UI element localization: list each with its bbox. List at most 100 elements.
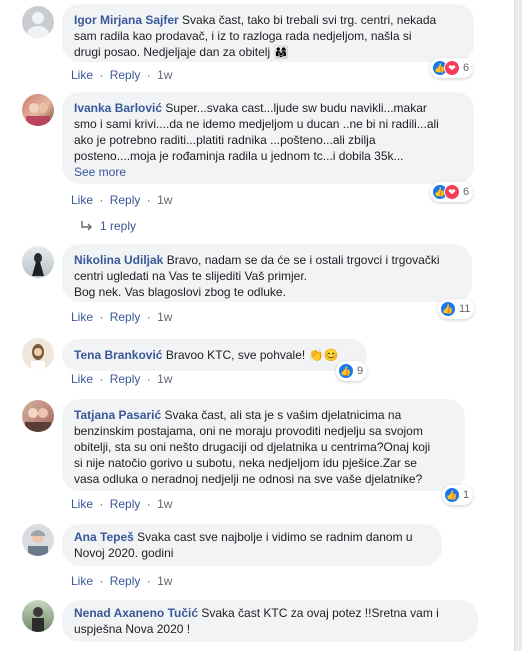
timestamp[interactable]: 1w — [157, 193, 172, 207]
comment-text: sam radila kao prodavač, i iz to razloga… — [74, 29, 412, 43]
comment-bubble: Ivanka Barlović Super...svaka cast...lju… — [62, 92, 474, 184]
comment-bubble: Tena Branković Bravoo KTC, sve pohvale! … — [62, 339, 367, 371]
view-replies-link[interactable]: 1 reply — [80, 219, 136, 233]
comment-text: Novoj 2020. godini — [74, 546, 174, 560]
comments-panel: Igor Mirjana Sajfer Svaka čast, tako bi … — [0, 0, 515, 651]
comment-text: Svaka čast, ali sta je s vašim djelatnic… — [164, 408, 402, 422]
commenter-name[interactable]: Ivanka Barlović — [74, 101, 162, 115]
user-photo-icon — [26, 103, 50, 126]
comment-actions: Like · Reply · 1w — [71, 67, 172, 83]
comment-bubble: Ana Tepeš Svaka cast sve najbolje i vidi… — [62, 524, 442, 566]
comment-text: uspješna Nova 2020 ! — [74, 622, 191, 636]
commenter-name[interactable]: Tena Branković — [74, 348, 162, 362]
separator: · — [99, 574, 104, 588]
separator: · — [146, 310, 151, 324]
like-reaction-icon: 👍 — [440, 301, 456, 317]
reaction-count: 9 — [357, 365, 364, 377]
reaction-summary[interactable]: 👍 11 — [438, 299, 475, 319]
like-link[interactable]: Like — [71, 497, 93, 511]
comment-text: smo i sami krivi....da ne idemo medjeljo… — [74, 117, 439, 131]
comment-text: Bog nek. Vas blagoslovi zbog te odluke. — [74, 285, 286, 299]
comment-text: Bravo, nadam se da će se i ostali trgovc… — [166, 253, 440, 267]
reaction-count: 1 — [463, 489, 470, 501]
avatar[interactable] — [22, 524, 54, 556]
like-reaction-icon: 👍 — [338, 363, 354, 379]
commenter-name[interactable]: Nenad Axaneno Tučić — [74, 606, 198, 620]
like-link[interactable]: Like — [71, 310, 93, 324]
commenter-name[interactable]: Nikolina Udiljak — [74, 253, 163, 267]
comment-text: Svaka čast, tako bi trebali svi trg. cen… — [182, 13, 437, 27]
commenter-name[interactable]: Ana Tepeš — [74, 530, 134, 544]
avatar[interactable] — [22, 246, 54, 278]
timestamp[interactable]: 1w — [157, 574, 172, 588]
avatar[interactable] — [22, 94, 54, 126]
comment-text: Super...svaka cast...ljude sw budu navik… — [165, 101, 427, 115]
default-avatar-icon — [27, 12, 49, 38]
comment-actions: Like · Reply · 1w — [71, 496, 172, 512]
avatar[interactable] — [22, 600, 54, 632]
commenter-name[interactable]: Tatjana Pasarić — [74, 408, 161, 422]
avatar[interactable] — [22, 338, 54, 370]
like-reaction-icon: 👍 — [444, 487, 460, 503]
like-link[interactable]: Like — [71, 574, 93, 588]
reaction-summary[interactable]: 👍 9 — [336, 361, 368, 381]
separator: · — [99, 372, 104, 386]
commenter-name[interactable]: Igor Mirjana Sajfer — [74, 13, 179, 27]
comment-text: posteno....moja je rođaminja radila u je… — [74, 149, 404, 163]
reply-link[interactable]: Reply — [110, 193, 141, 207]
reaction-summary[interactable]: 👍 ❤ 6 — [430, 58, 474, 78]
comment-text: si nije natočio gorivo u subotu, neka ne… — [74, 456, 417, 470]
comment-text: drugi posao. Nedjeljaje dan za obitelj — [74, 45, 271, 59]
comment-bubble: Igor Mirjana Sajfer Svaka čast, tako bi … — [62, 4, 474, 62]
reply-link[interactable]: Reply — [110, 497, 141, 511]
love-reaction-icon: ❤ — [444, 184, 460, 200]
user-photo-icon — [32, 607, 44, 632]
avatar[interactable] — [22, 6, 54, 38]
comment-bubble: Nikolina Udiljak Bravo, nadam se da će s… — [62, 244, 472, 302]
user-photo-icon — [32, 253, 44, 276]
reply-link[interactable]: Reply — [110, 574, 141, 588]
like-link[interactable]: Like — [71, 193, 93, 207]
love-reaction-icon: ❤ — [444, 60, 460, 76]
reaction-count: 11 — [459, 303, 471, 315]
timestamp[interactable]: 1w — [157, 372, 172, 386]
comment-actions: Like · Reply · 1w — [71, 192, 172, 208]
separator: · — [99, 68, 104, 82]
separator: · — [146, 372, 151, 386]
reaction-summary[interactable]: 👍 1 — [442, 485, 474, 505]
see-more-link[interactable]: See more — [74, 165, 126, 179]
reaction-count: 6 — [463, 186, 470, 198]
separator: · — [99, 497, 104, 511]
comment-bubble: Tatjana Pasarić Svaka čast, ali sta je s… — [62, 399, 465, 491]
separator: · — [99, 310, 104, 324]
reply-arrow-icon — [81, 221, 92, 231]
separator: · — [146, 68, 151, 82]
timestamp[interactable]: 1w — [157, 310, 172, 324]
like-link[interactable]: Like — [71, 68, 93, 82]
comment-text: obitelji, sta su oni nešto drugaciji od … — [74, 440, 431, 454]
comment-text: Svaka čast KTC za ovaj potez !!Sretna va… — [201, 606, 439, 620]
reply-link[interactable]: Reply — [110, 68, 141, 82]
comment-text: Svaka cast sve najbolje i vidimo se radn… — [137, 530, 413, 544]
user-photo-icon — [28, 530, 48, 556]
like-link[interactable]: Like — [71, 372, 93, 386]
timestamp[interactable]: 1w — [157, 68, 172, 82]
replies-count: 1 reply — [100, 219, 137, 233]
reply-link[interactable]: Reply — [110, 372, 141, 386]
comment-text: benzinskim postajama, oni ne moraju prov… — [74, 424, 423, 438]
user-photo-icon — [31, 344, 45, 370]
comment-text: ako je potrebno raditi...platiti radnika… — [74, 133, 376, 147]
reaction-count: 6 — [463, 62, 470, 74]
comment-bubble: Nenad Axaneno Tučić Svaka čast KTC za ov… — [62, 600, 478, 642]
comment-text: vasa odluka o neradnoj nedjelji ne odnos… — [74, 472, 423, 486]
comment-actions: Like · Reply · 1w — [71, 371, 172, 387]
reply-link[interactable]: Reply — [110, 310, 141, 324]
timestamp[interactable]: 1w — [157, 497, 172, 511]
avatar[interactable] — [22, 400, 54, 432]
user-photo-icon — [25, 408, 51, 432]
separator: · — [146, 574, 151, 588]
comment-actions: Like · Reply · 1w — [71, 573, 172, 589]
reaction-summary[interactable]: 👍 ❤ 6 — [430, 182, 474, 202]
clapping-smile-emoji-icon: 👏😊 — [308, 348, 339, 362]
separator: · — [99, 193, 104, 207]
